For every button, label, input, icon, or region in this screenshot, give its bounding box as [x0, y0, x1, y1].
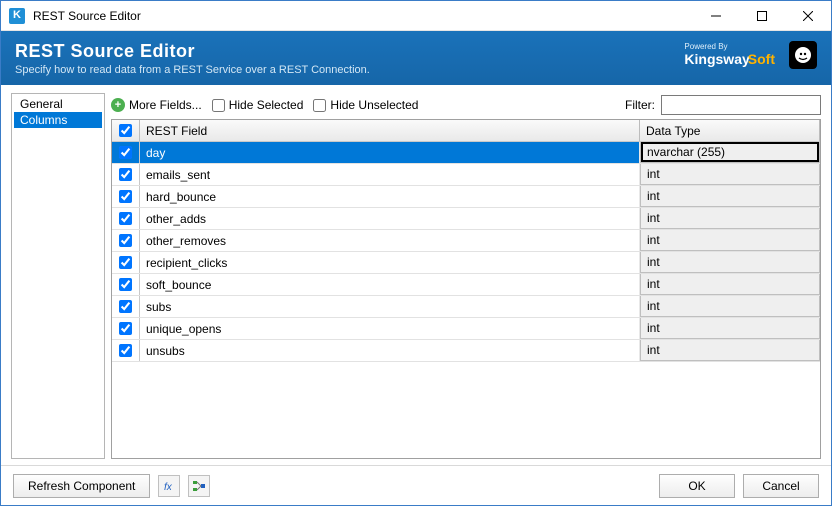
svg-text:fx: fx [164, 482, 173, 493]
row-checkbox-cell[interactable] [112, 340, 140, 361]
window: K REST Source Editor REST Source Editor … [0, 0, 832, 506]
row-checkbox-cell[interactable] [112, 274, 140, 295]
row-type-cell[interactable]: int [640, 318, 820, 339]
hide-unselected-checkbox[interactable]: Hide Unselected [313, 98, 418, 112]
hide-unselected-label: Hide Unselected [330, 98, 418, 112]
titlebar: K REST Source Editor [1, 1, 831, 31]
table-row[interactable]: other_addsint [112, 208, 820, 230]
row-field-cell[interactable]: day [140, 142, 640, 163]
table-row[interactable]: unique_opensint [112, 318, 820, 340]
mapping-button[interactable] [188, 475, 210, 497]
hide-selected-checkbox[interactable]: Hide Selected [212, 98, 304, 112]
table-row[interactable]: unsubsint [112, 340, 820, 362]
hide-selected-input[interactable] [212, 99, 225, 112]
grid-header: REST Field Data Type [112, 120, 820, 142]
row-type-cell[interactable]: int [640, 208, 820, 229]
banner-subtitle: Specify how to read data from a REST Ser… [15, 64, 370, 76]
row-checkbox-cell[interactable] [112, 296, 140, 317]
cancel-button[interactable]: Cancel [743, 474, 819, 498]
row-field-cell[interactable]: unsubs [140, 340, 640, 361]
row-type-cell[interactable]: int [640, 296, 820, 317]
row-checkbox-cell[interactable] [112, 208, 140, 229]
row-checkbox[interactable] [119, 212, 132, 225]
row-type-cell[interactable]: int [640, 230, 820, 251]
table-row[interactable]: daynvarchar (255) [112, 142, 820, 164]
row-type-cell[interactable]: int [640, 340, 820, 361]
window-title: REST Source Editor [33, 9, 141, 23]
row-checkbox[interactable] [119, 256, 132, 269]
sidebar-item-general[interactable]: General [14, 96, 102, 112]
table-row[interactable]: soft_bounceint [112, 274, 820, 296]
row-checkbox[interactable] [119, 344, 132, 357]
grid-rows: daynvarchar (255)emails_sentinthard_boun… [112, 142, 820, 458]
row-checkbox[interactable] [119, 322, 132, 335]
filter-input[interactable] [661, 95, 821, 115]
row-field-cell[interactable]: other_removes [140, 230, 640, 251]
row-type-cell[interactable]: nvarchar (255) [640, 142, 820, 163]
hide-unselected-input[interactable] [313, 99, 326, 112]
row-checkbox[interactable] [119, 146, 132, 159]
header-type[interactable]: Data Type [640, 120, 820, 141]
main-panel: + More Fields... Hide Selected Hide Unse… [111, 93, 821, 459]
header-field[interactable]: REST Field [140, 120, 640, 141]
row-checkbox[interactable] [119, 190, 132, 203]
table-row[interactable]: other_removesint [112, 230, 820, 252]
row-checkbox-cell[interactable] [112, 318, 140, 339]
row-field-cell[interactable]: soft_bounce [140, 274, 640, 295]
expression-button[interactable]: fx [158, 475, 180, 497]
select-all-checkbox[interactable] [119, 124, 132, 137]
row-type-cell[interactable]: int [640, 274, 820, 295]
row-checkbox-cell[interactable] [112, 230, 140, 251]
row-field-cell[interactable]: hard_bounce [140, 186, 640, 207]
kingswaysoft-logo: Powered By KingswaySoft [684, 43, 775, 67]
hide-selected-label: Hide Selected [229, 98, 304, 112]
mailchimp-icon [789, 41, 817, 69]
row-type-cell[interactable]: int [640, 252, 820, 273]
row-checkbox-cell[interactable] [112, 142, 140, 163]
row-checkbox-cell[interactable] [112, 164, 140, 185]
row-field-cell[interactable]: other_adds [140, 208, 640, 229]
row-checkbox-cell[interactable] [112, 186, 140, 207]
app-icon: K [9, 8, 25, 24]
sidebar-item-columns[interactable]: Columns [14, 112, 102, 128]
close-button[interactable] [785, 1, 831, 31]
row-field-cell[interactable]: subs [140, 296, 640, 317]
table-row[interactable]: subsint [112, 296, 820, 318]
sidebar: General Columns [11, 93, 105, 459]
row-checkbox[interactable] [119, 300, 132, 313]
body: General Columns + More Fields... Hide Se… [1, 85, 831, 459]
refresh-component-button[interactable]: Refresh Component [13, 474, 150, 498]
row-type-cell[interactable]: int [640, 164, 820, 185]
table-row[interactable]: hard_bounceint [112, 186, 820, 208]
filter-box: Filter: [625, 95, 821, 115]
banner: REST Source Editor Specify how to read d… [1, 31, 831, 85]
toolbar: + More Fields... Hide Selected Hide Unse… [111, 93, 821, 117]
row-checkbox-cell[interactable] [112, 252, 140, 273]
columns-grid: REST Field Data Type daynvarchar (255)em… [111, 119, 821, 459]
row-checkbox[interactable] [119, 234, 132, 247]
plus-icon: + [111, 98, 125, 112]
maximize-button[interactable] [739, 1, 785, 31]
ok-button[interactable]: OK [659, 474, 735, 498]
row-field-cell[interactable]: unique_opens [140, 318, 640, 339]
minimize-button[interactable] [693, 1, 739, 31]
row-field-cell[interactable]: emails_sent [140, 164, 640, 185]
filter-label: Filter: [625, 98, 655, 112]
row-type-cell[interactable]: int [640, 186, 820, 207]
more-fields-label: More Fields... [129, 98, 202, 112]
row-field-cell[interactable]: recipient_clicks [140, 252, 640, 273]
table-row[interactable]: recipient_clicksint [112, 252, 820, 274]
row-checkbox[interactable] [119, 278, 132, 291]
banner-title: REST Source Editor [15, 41, 370, 62]
footer: Refresh Component fx OK Cancel [1, 465, 831, 505]
more-fields-button[interactable]: + More Fields... [111, 98, 202, 112]
header-checkbox-cell[interactable] [112, 120, 140, 141]
row-checkbox[interactable] [119, 168, 132, 181]
table-row[interactable]: emails_sentint [112, 164, 820, 186]
